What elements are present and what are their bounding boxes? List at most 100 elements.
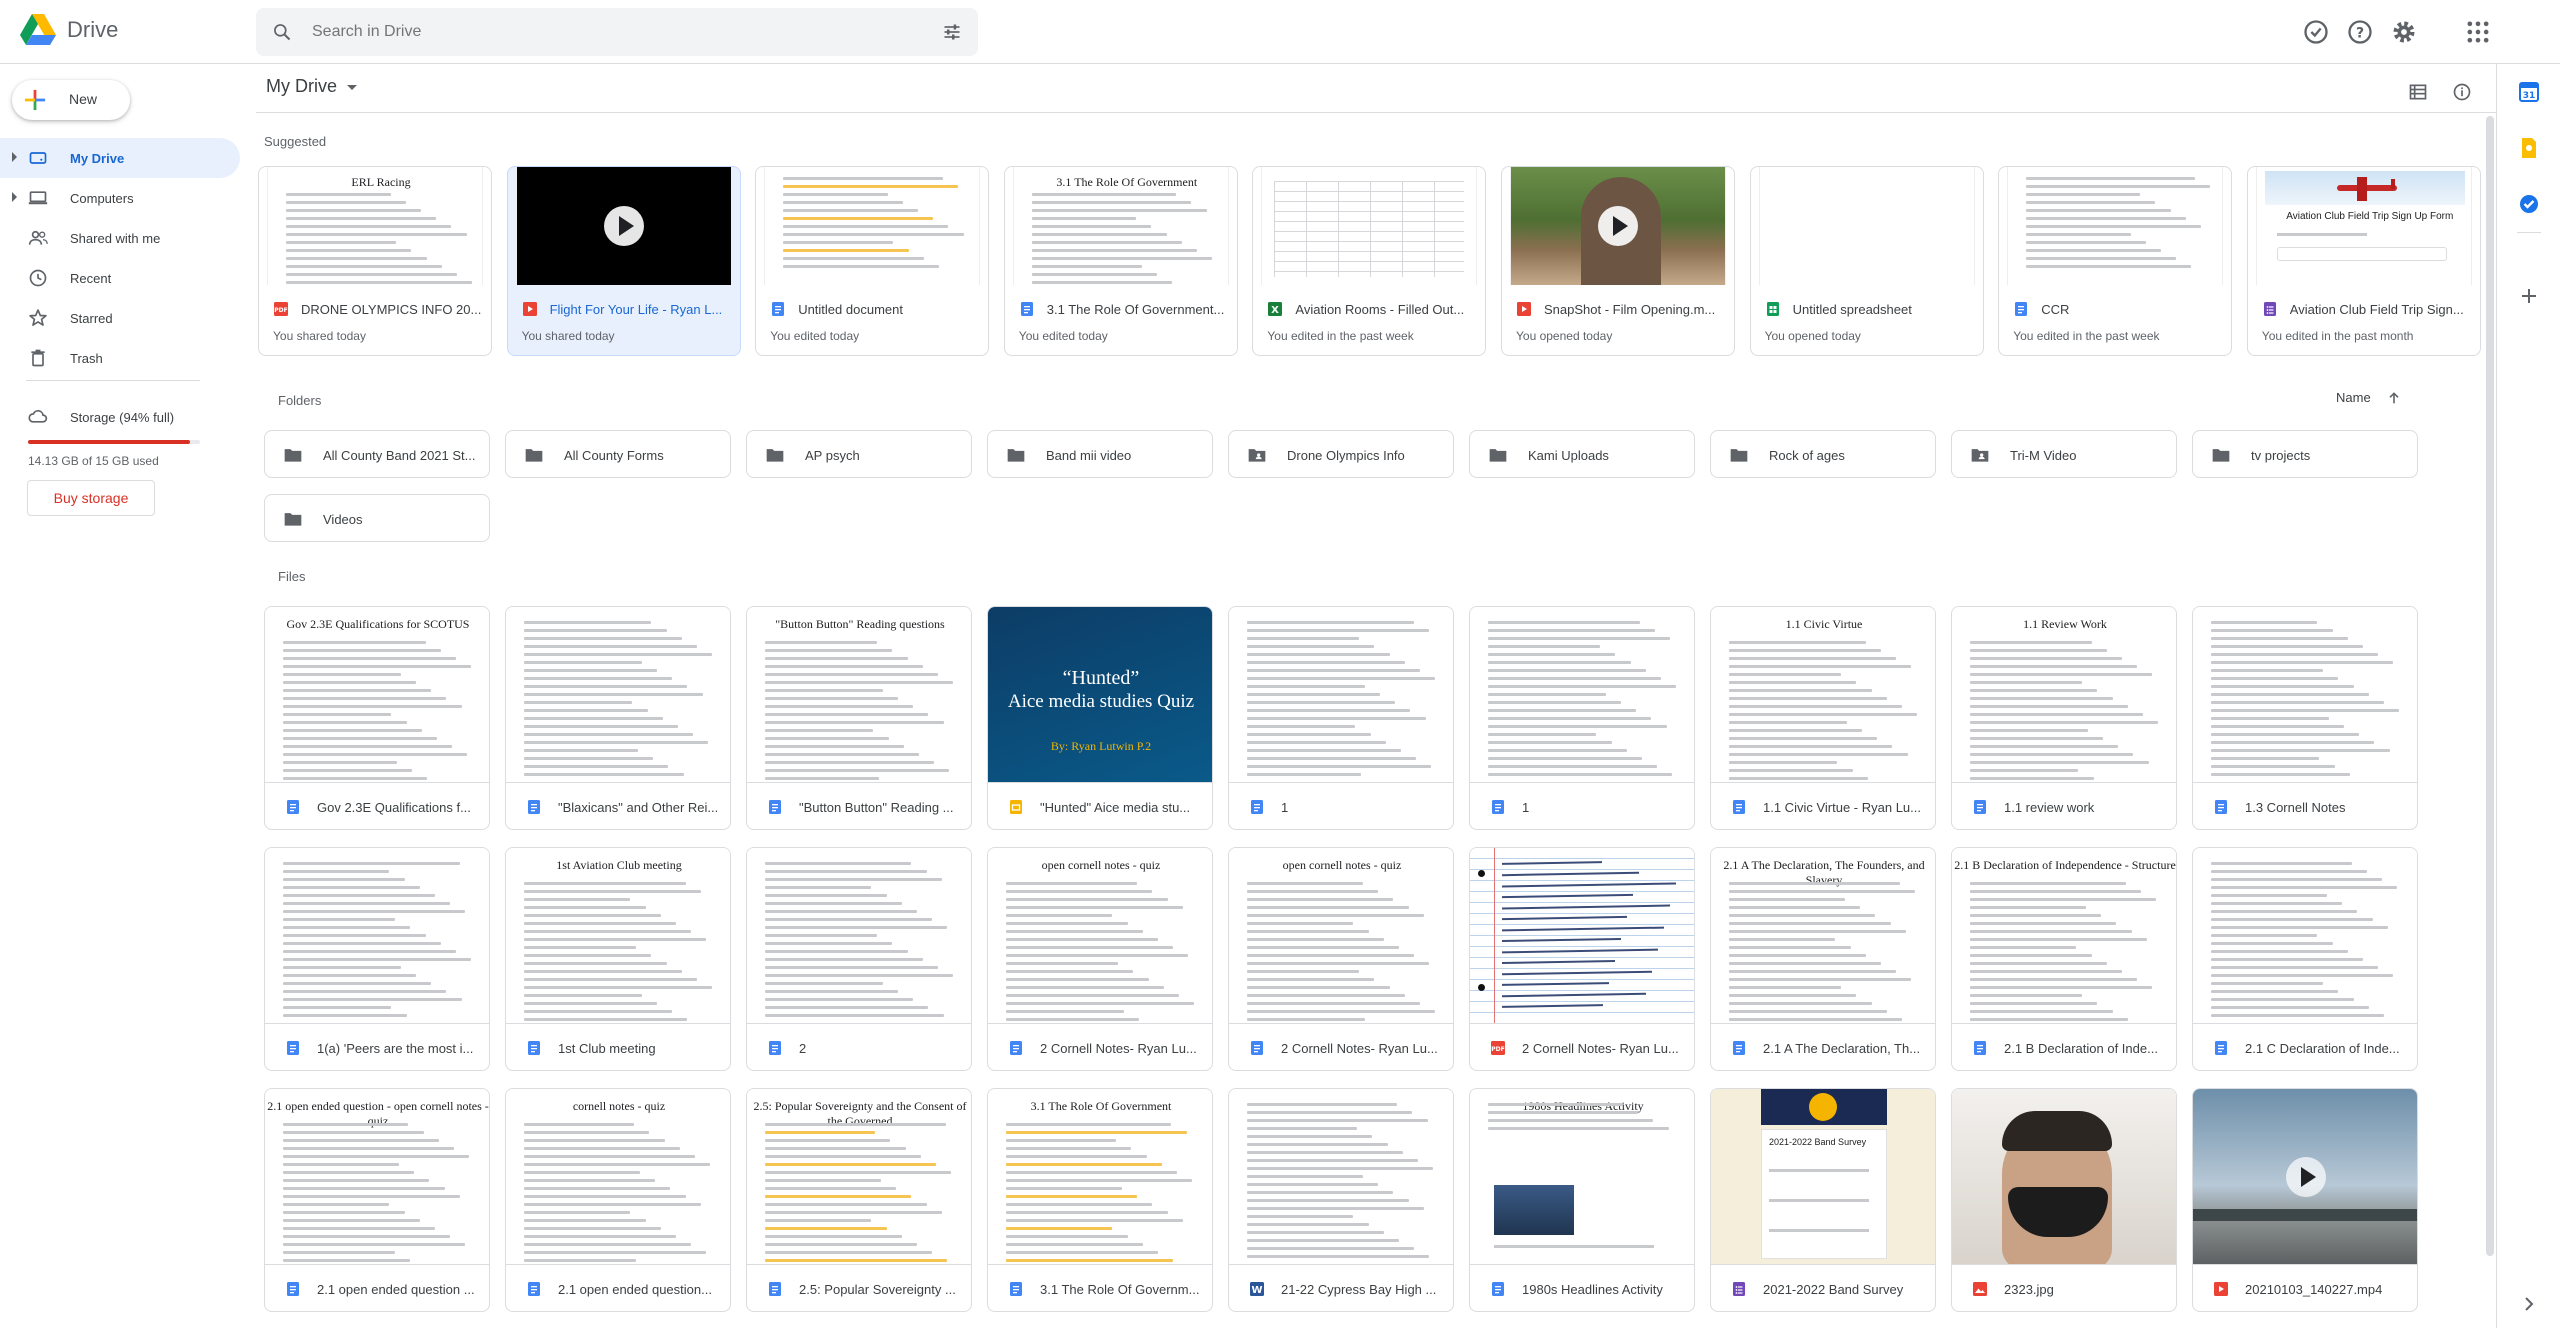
file-thumbnail[interactable] [1758,167,1975,285]
settings-gear-icon[interactable] [2390,18,2418,46]
file-card[interactable]: 1.1 Civic Virtue 1.1 Civic Virtue - Ryan… [1710,606,1936,830]
file-thumbnail[interactable]: 3.1 The Role Of Government [988,1089,1212,1265]
file-thumbnail[interactable]: 1.1 Civic Virtue [1711,607,1935,783]
breadcrumb-title[interactable]: My Drive [266,76,337,96]
suggested-file-card[interactable]: Flight For Your Life - Ryan L... You sha… [506,166,741,356]
add-addon-icon[interactable] [2517,284,2541,308]
file-thumbnail[interactable] [2193,848,2417,1024]
list-view-icon[interactable] [2408,82,2428,102]
file-card[interactable]: 20210103_140227.mp4 [2192,1088,2418,1312]
file-card[interactable]: open cornell notes - quiz 2 Cornell Note… [1228,847,1454,1071]
folder-tile[interactable]: AP psych [746,430,972,478]
file-thumbnail[interactable]: 2.1 B Declaration of Independence - Stru… [1952,848,2176,1024]
new-button[interactable]: New [12,80,130,120]
search-options-icon[interactable] [942,22,962,42]
suggested-file-card[interactable]: Untitled document You edited today [755,166,990,356]
apps-grid-icon[interactable] [2464,18,2492,46]
file-card[interactable]: "Button Button" Reading questions "Butto… [746,606,972,830]
folder-tile[interactable]: tv projects [2192,430,2418,478]
search-input[interactable] [312,18,892,46]
file-card[interactable]: 1 [1228,606,1454,830]
file-thumbnail[interactable] [1510,167,1726,285]
file-thumbnail[interactable]: 2.1 A The Declaration, The Founders, and… [1711,848,1935,1024]
search-icon[interactable] [272,22,292,42]
sidebar-item-starred[interactable]: Starred [0,298,240,338]
file-card[interactable]: 2 [746,847,972,1071]
sidebar-item-computers[interactable]: Computers [0,178,240,218]
file-thumbnail[interactable]: 1980s Headlines Activity [1470,1089,1694,1265]
file-card[interactable]: "Blaxicans" and Other Rei... [505,606,731,830]
file-card[interactable]: 1980s Headlines Activity 1980s Headlines… [1469,1088,1695,1312]
suggested-file-card[interactable]: X Aviation Rooms - Filled Out... You edi… [1252,166,1487,356]
file-thumbnail[interactable]: 2021-2022 Band Survey [1711,1089,1935,1265]
file-card[interactable]: 2.1 B Declaration of Independence - Stru… [1951,847,2177,1071]
file-thumbnail[interactable] [265,848,489,1024]
offline-status-icon[interactable] [2302,18,2330,46]
tasks-icon[interactable] [2517,192,2541,216]
file-thumbnail[interactable] [1470,607,1694,783]
help-icon[interactable]: ? [2346,18,2374,46]
keep-icon[interactable] [2517,136,2541,160]
file-thumbnail[interactable] [1261,167,1478,285]
folder-tile[interactable]: All County Band 2021 St... [264,430,490,478]
file-card[interactable]: 3.1 The Role Of Government 3.1 The Role … [987,1088,1213,1312]
chevron-right-icon[interactable] [2517,1292,2541,1316]
file-card[interactable]: 2.1 open ended question - open cornell n… [264,1088,490,1312]
file-card[interactable]: W 21-22 Cypress Bay High ... [1228,1088,1454,1312]
folder-tile[interactable]: Kami Uploads [1469,430,1695,478]
info-icon[interactable] [2452,82,2472,102]
drive-logo-icon[interactable] [20,14,56,46]
buy-storage-button[interactable]: Buy storage [27,480,155,516]
file-card[interactable]: 1.3 Cornell Notes [2192,606,2418,830]
file-thumbnail[interactable]: Aviation Club Field Trip Sign Up Form [2255,167,2472,285]
file-thumbnail[interactable] [1952,1089,2176,1265]
file-card[interactable]: “Hunted” Aice media studies Quiz By: Rya… [987,606,1213,830]
play-icon[interactable] [602,204,646,248]
file-thumbnail[interactable] [515,167,732,285]
file-thumbnail[interactable] [1229,1089,1453,1265]
file-thumbnail[interactable] [2193,1089,2417,1265]
expand-arrow-icon[interactable] [12,152,17,162]
arrow-up-icon[interactable] [2386,390,2402,406]
file-thumbnail[interactable]: 1st Aviation Club meeting [506,848,730,1024]
suggested-file-card[interactable]: Aviation Club Field Trip Sign Up Form Av… [2246,166,2481,356]
file-card[interactable]: 2021-2022 Band Survey 2021-2022 Band Sur… [1710,1088,1936,1312]
file-card[interactable]: cornell notes - quiz 2.1 open ended ques… [505,1088,731,1312]
file-thumbnail[interactable] [506,607,730,783]
app-title[interactable]: Drive [67,17,118,43]
file-thumbnail[interactable] [764,167,981,285]
play-icon[interactable] [2284,1155,2328,1199]
file-thumbnail[interactable]: "Button Button" Reading questions [747,607,971,783]
folder-tile[interactable]: Tri-M Video [1951,430,2177,478]
sidebar-item-my-drive[interactable]: My Drive [0,138,240,178]
folder-tile[interactable]: Videos [264,494,490,542]
file-thumbnail[interactable] [2193,607,2417,783]
file-card[interactable]: 2.1 C Declaration of Inde... [2192,847,2418,1071]
folder-tile[interactable]: Band mii video [987,430,1213,478]
file-thumbnail[interactable]: “Hunted” Aice media studies Quiz By: Rya… [988,607,1212,783]
suggested-file-card[interactable]: Untitled spreadsheet You opened today [1749,166,1984,356]
file-card[interactable]: PDF 2 Cornell Notes- Ryan Lu... [1469,847,1695,1071]
file-card[interactable]: 1.1 Review Work 1.1 review work [1951,606,2177,830]
file-thumbnail[interactable]: ERL Racing [267,167,483,285]
file-thumbnail[interactable] [747,848,971,1024]
suggested-file-card[interactable]: CCR You edited in the past week [1998,166,2233,356]
file-thumbnail[interactable]: open cornell notes - quiz [988,848,1212,1024]
folder-tile[interactable]: All County Forms [505,430,731,478]
sort-label[interactable]: Name [2336,390,2371,405]
file-thumbnail[interactable]: 2.5: Popular Sovereignty and the Consent… [747,1089,971,1265]
chevron-down-icon[interactable] [347,84,357,90]
file-thumbnail[interactable] [1470,848,1694,1024]
folder-tile[interactable]: Drone Olympics Info [1228,430,1454,478]
file-thumbnail[interactable]: 2.1 open ended question - open cornell n… [265,1089,489,1265]
sidebar-item-trash[interactable]: Trash [0,338,240,378]
file-thumbnail[interactable]: open cornell notes - quiz [1229,848,1453,1024]
folder-tile[interactable]: Rock of ages [1710,430,1936,478]
calendar-icon[interactable]: 31 [2517,80,2541,104]
file-card[interactable]: 1st Aviation Club meeting 1st Club meeti… [505,847,731,1071]
sort-control[interactable]: Name [2336,390,2399,405]
sidebar-item-recent[interactable]: Recent [0,258,240,298]
file-thumbnail[interactable] [2007,167,2224,285]
file-thumbnail[interactable]: 1.1 Review Work [1952,607,2176,783]
vertical-scrollbar[interactable] [2486,116,2494,1256]
